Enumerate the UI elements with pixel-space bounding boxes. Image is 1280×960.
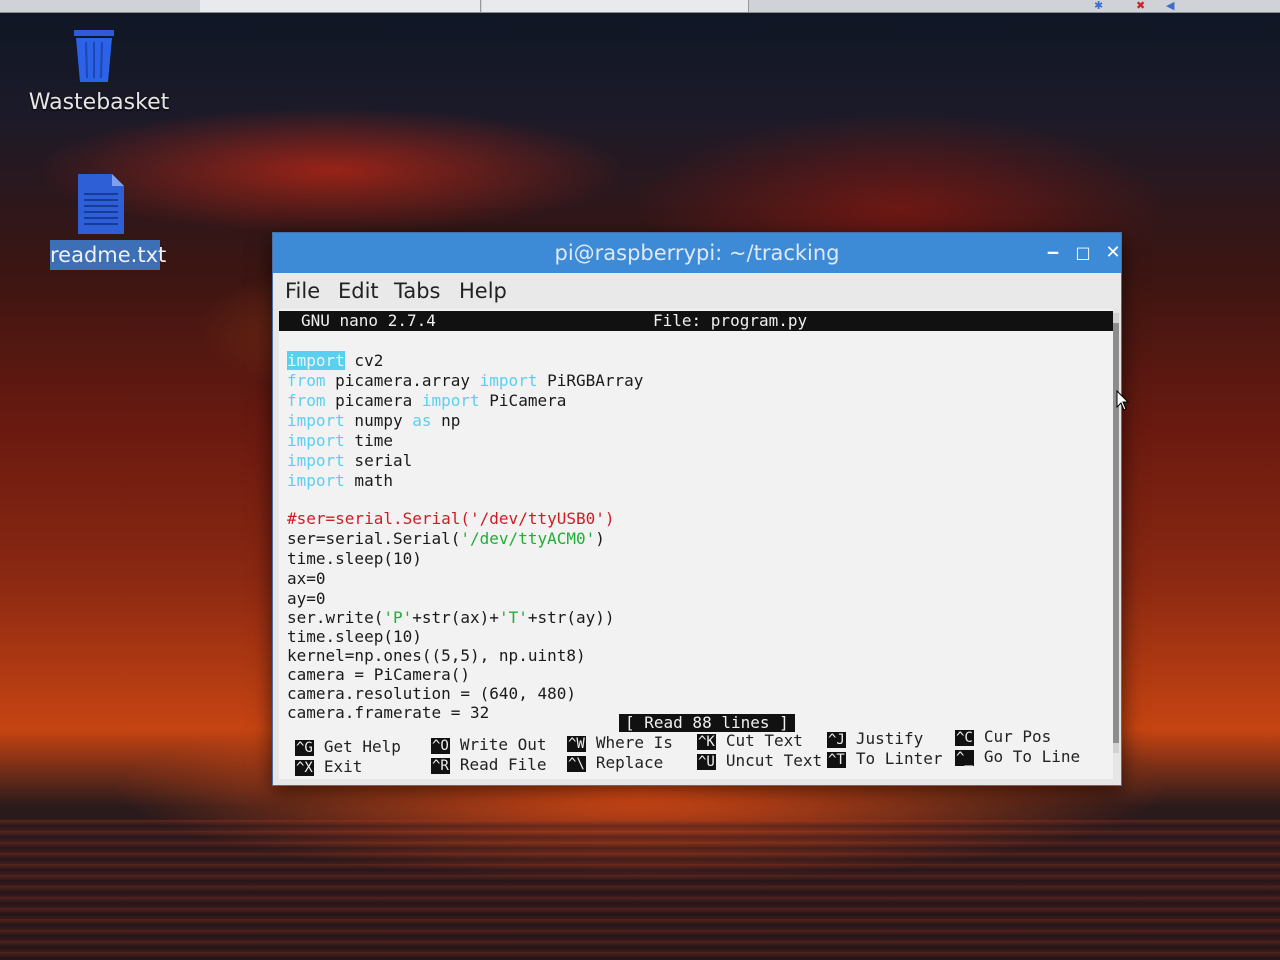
keyword: import xyxy=(287,431,345,450)
shortcut-where-is[interactable]: ^W Where Is xyxy=(567,733,673,752)
desktop-icon-label[interactable]: Wastebasket xyxy=(24,90,174,115)
code-text: math xyxy=(344,471,393,490)
nano-version: GNU nano 2.7.4 xyxy=(301,311,436,330)
nano-header: GNU nano 2.7.4 File: program.py xyxy=(279,311,1113,331)
shortcut-write-out[interactable]: ^O Write Out xyxy=(431,735,547,754)
maximize-button[interactable]: □ xyxy=(1071,241,1095,265)
window-title: pi@raspberrypi: ~/tracking xyxy=(554,241,840,265)
code-line[interactable]: from picamera import PiCamera xyxy=(287,391,566,410)
code-line[interactable]: import numpy as np xyxy=(287,411,460,430)
code-text: picamera.array xyxy=(325,371,480,390)
code-comment[interactable]: #ser=serial.Serial('/dev/ttyUSB0') xyxy=(287,509,615,528)
terminal-scrollbar[interactable] xyxy=(1113,313,1119,753)
code-text: time xyxy=(344,431,393,450)
taskbar-button[interactable] xyxy=(482,0,749,12)
taskbar-button[interactable] xyxy=(200,0,481,12)
terminal-area[interactable]: GNU nano 2.7.4 File: program.py import c… xyxy=(279,309,1113,779)
shortcut-exit[interactable]: ^X Exit xyxy=(295,757,362,776)
close-button[interactable]: ✕ xyxy=(1101,241,1125,265)
code-string: 'P' xyxy=(383,608,413,627)
keyword: import xyxy=(479,371,538,390)
code-line[interactable]: kernel=np.ones((5,5), np.uint8) xyxy=(287,646,586,665)
menu-edit[interactable]: Edit xyxy=(338,279,379,303)
code-text: cv2 xyxy=(344,351,384,370)
shortcut-get-help[interactable]: ^G Get Help xyxy=(295,737,401,756)
wallpaper-water xyxy=(0,820,1280,960)
code-line[interactable]: time.sleep(10) xyxy=(287,549,422,568)
code-text: PiCamera xyxy=(479,391,567,410)
nano-status: [ Read 88 lines ] xyxy=(619,714,795,732)
window-titlebar[interactable]: pi@raspberrypi: ~/tracking ‒ □ ✕ xyxy=(273,233,1121,273)
code-text: PiRGBArray xyxy=(537,371,644,390)
volume-icon[interactable]: ◀ xyxy=(1166,0,1174,12)
code-line[interactable]: import serial xyxy=(287,451,412,470)
code-text: ser.write( xyxy=(287,608,384,627)
code-line[interactable]: ay=0 xyxy=(287,589,326,608)
code-line[interactable]: camera.resolution = (640, 480) xyxy=(287,684,576,703)
code-line[interactable]: ser.write('P'+str(ax)+'T'+str(ay)) xyxy=(287,608,615,627)
code-text: ser=serial.Serial( xyxy=(287,529,461,548)
code-text: ) xyxy=(595,529,605,548)
shortcut-uncut-text[interactable]: ^U Uncut Text xyxy=(697,751,822,770)
text-file-icon[interactable] xyxy=(76,172,126,236)
code-line[interactable]: time.sleep(10) xyxy=(287,627,422,646)
code-text: +str(ay)) xyxy=(527,608,615,627)
shortcut-to-linter[interactable]: ^T To Linter xyxy=(827,749,943,768)
code-line[interactable]: from picamera.array import PiRGBArray xyxy=(287,371,643,390)
shortcut-justify[interactable]: ^J Justify xyxy=(827,729,923,748)
keyword: import xyxy=(287,451,345,470)
minimize-button[interactable]: ‒ xyxy=(1041,241,1065,265)
menu-file[interactable]: File xyxy=(285,279,320,303)
code-line[interactable]: camera = PiCamera() xyxy=(287,665,470,684)
network-icon[interactable]: ✖ xyxy=(1136,0,1145,12)
code-line[interactable]: import time xyxy=(287,431,393,450)
menu-tabs[interactable]: Tabs xyxy=(394,279,441,303)
shortcut-read-file[interactable]: ^R Read File xyxy=(431,755,547,774)
keyword: import xyxy=(287,411,345,430)
scrollbar-thumb[interactable] xyxy=(1113,323,1119,743)
code-string: '/dev/ttyACM0' xyxy=(460,529,596,548)
code-text: serial xyxy=(344,451,413,470)
code-line[interactable]: import cv2 xyxy=(287,351,383,370)
shortcut-cut-text[interactable]: ^K Cut Text xyxy=(697,731,803,750)
code-text: picamera xyxy=(325,391,422,410)
bluetooth-icon[interactable]: ✱ xyxy=(1094,0,1103,12)
keyword: from xyxy=(287,391,326,410)
shortcut-go-to-line[interactable]: ^_ Go To Line xyxy=(955,747,1080,766)
code-string: 'T' xyxy=(498,608,528,627)
keyword: import xyxy=(287,351,345,370)
code-line[interactable]: import math xyxy=(287,471,393,490)
shortcut-replace[interactable]: ^\ Replace xyxy=(567,753,663,772)
desktop-icon-label[interactable]: readme.txt xyxy=(50,240,166,270)
code-text: np xyxy=(431,411,461,430)
keyword: from xyxy=(287,371,326,390)
trash-icon[interactable] xyxy=(70,28,118,84)
code-line[interactable]: ax=0 xyxy=(287,569,326,588)
code-line[interactable]: camera.framerate = 32 xyxy=(287,703,489,722)
code-text: numpy xyxy=(344,411,413,430)
menu-help[interactable]: Help xyxy=(459,279,507,303)
top-panel: ✱ ✖ ◀ xyxy=(0,0,1280,13)
code-line[interactable]: ser=serial.Serial('/dev/ttyACM0') xyxy=(287,529,605,548)
shortcut-cur-pos[interactable]: ^C Cur Pos xyxy=(955,727,1051,746)
keyword: import xyxy=(287,471,345,490)
keyword: as xyxy=(412,411,432,430)
menu-bar: File Edit Tabs Help xyxy=(273,273,1121,309)
mouse-pointer-icon xyxy=(1116,390,1130,411)
terminal-window: pi@raspberrypi: ~/tracking ‒ □ ✕ File Ed… xyxy=(272,232,1122,786)
code-text: +str(ax)+ xyxy=(412,608,499,627)
keyword: import xyxy=(421,391,480,410)
nano-filename: File: program.py xyxy=(653,311,808,330)
